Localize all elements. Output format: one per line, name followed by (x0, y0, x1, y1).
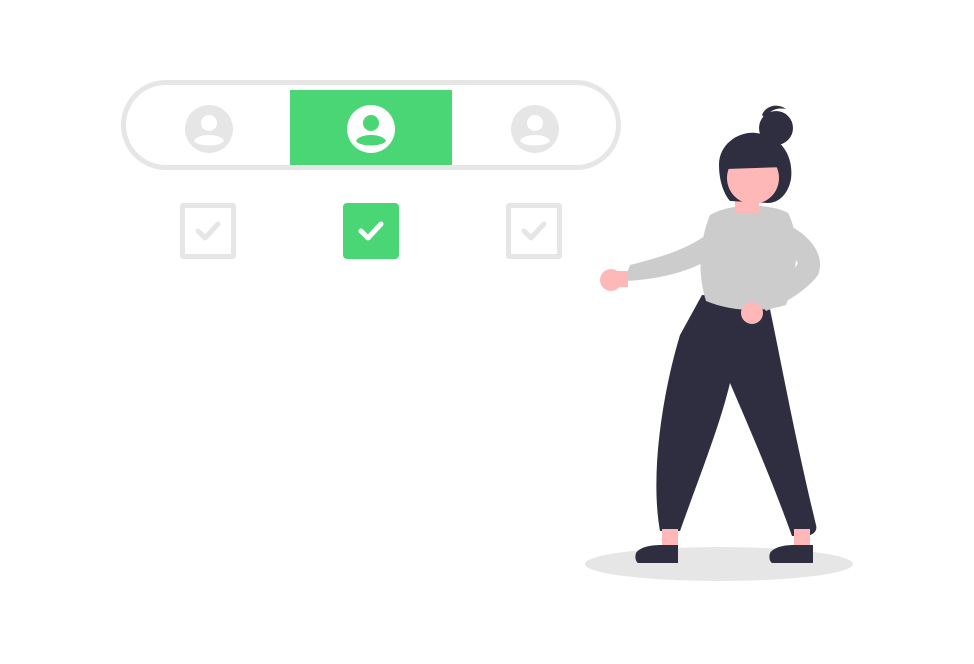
profile-option-2[interactable] (290, 90, 452, 165)
profile-selector (121, 80, 621, 170)
profile-option-1[interactable] (126, 90, 291, 165)
left-shoe (635, 545, 678, 563)
checkbox-option-3[interactable] (506, 203, 562, 259)
illustration-scene (0, 0, 974, 664)
hip-hand (741, 302, 763, 324)
checkbox-option-1[interactable] (180, 203, 236, 259)
user-avatar-icon (347, 105, 395, 153)
check-icon (521, 221, 547, 241)
pants (656, 295, 817, 537)
check-icon (358, 221, 384, 241)
person-pointing-illustration (585, 105, 853, 581)
user-avatar-icon (510, 105, 559, 153)
check-icon (195, 221, 221, 241)
checkbox-option-2[interactable] (343, 203, 399, 259)
user-avatar-icon (184, 105, 233, 153)
right-shoe (769, 545, 813, 563)
